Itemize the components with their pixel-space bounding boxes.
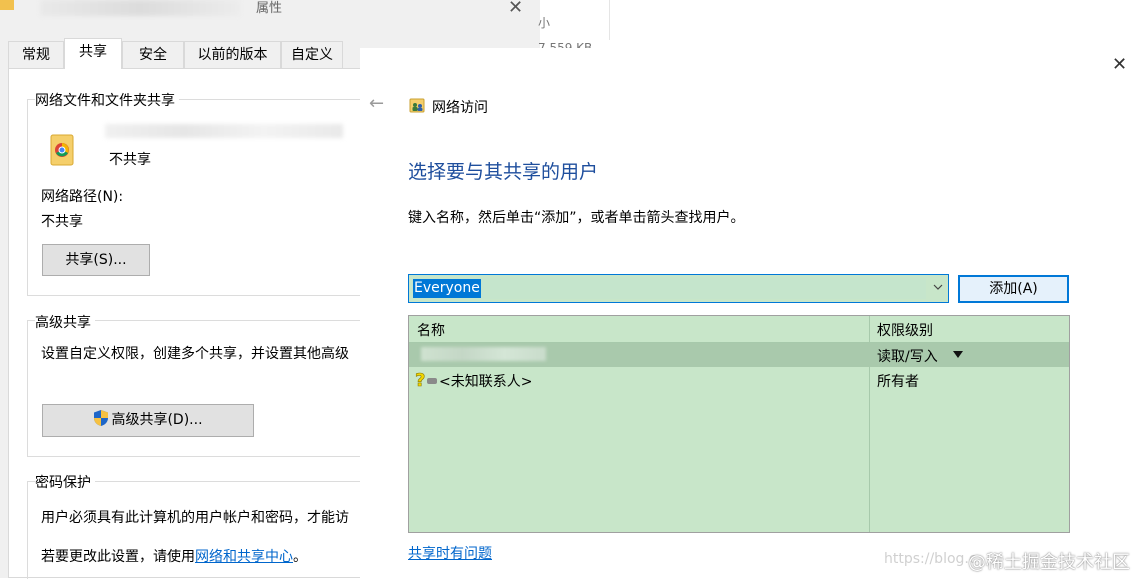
blurred-folder-name [105, 124, 343, 138]
group-border [27, 456, 367, 457]
chevron-down-icon[interactable] [933, 280, 943, 294]
user-name-combobox[interactable]: Everyone [408, 274, 949, 303]
permission-level-dropdown[interactable]: 读取/写入 [877, 346, 938, 366]
watermark-url: https://blog.c [884, 551, 977, 567]
uac-shield-icon [94, 410, 109, 426]
unknown-contact-icon: ? [415, 370, 437, 389]
caret-down-icon[interactable] [953, 351, 963, 359]
tab-previous-versions[interactable]: 以前的版本 [184, 41, 281, 68]
combo-highlight [412, 278, 926, 299]
group-border [27, 99, 28, 295]
owner-permission: 所有者 [877, 374, 919, 390]
password-protection-group-title: 密码保护 [35, 472, 95, 492]
network-path-label: 网络路径(N): [41, 189, 124, 205]
network-sharing-group-title: 网络文件和文件夹共享 [35, 90, 179, 110]
svg-text:?: ? [415, 370, 425, 389]
password-protection-description: 用户必须具有此计算机的用户帐户和密码，才能访 [41, 510, 349, 526]
watermark-text: @稀土掘金技术社区 [968, 552, 1130, 573]
user-permission-list[interactable]: 名称 权限级别 读取/写入 ? <未知联系人> 所有者 [408, 315, 1070, 533]
tab-customize[interactable]: 自定义 [281, 41, 343, 68]
tab-general[interactable]: 常规 [8, 41, 64, 68]
group-border [27, 295, 367, 296]
group-border [27, 320, 28, 456]
window-title-blurred [40, 0, 240, 16]
user-name-input-value[interactable]: Everyone [413, 279, 481, 298]
advanced-sharing-description: 设置自定义权限，创建多个共享，并设置其他高级 [41, 346, 349, 362]
network-access-icon [409, 98, 425, 113]
window-title-suffix: 属性 [256, 1, 283, 16]
folder-icon [0, 0, 14, 10]
advanced-sharing-button-label: 高级共享(D)... [111, 412, 203, 428]
column-header-permission[interactable]: 权限级别 [877, 320, 933, 340]
add-button[interactable]: 添加(A) [958, 275, 1069, 303]
network-path-value: 不共享 [41, 214, 83, 230]
folder-share-status: 不共享 [109, 152, 151, 168]
advanced-sharing-group-title: 高级共享 [35, 312, 95, 332]
network-sharing-center-link[interactable]: 网络和共享中心 [195, 549, 293, 565]
blurred-user-name [421, 347, 546, 361]
sharing-help-link[interactable]: 共享时有问题 [408, 543, 492, 563]
change-setting-suffix: 。 [293, 549, 307, 565]
tab-sharing[interactable]: 共享 [64, 38, 122, 69]
background-column-divider [609, 0, 610, 40]
tab-security[interactable]: 安全 [122, 41, 184, 68]
background-size-header: 小 [538, 16, 551, 30]
sharing-tab-panel: 网络文件和文件夹共享 不共享 网络路径(N): 不共享 共享(S)... 高级共… [8, 68, 368, 579]
table-row[interactable]: 读取/写入 [409, 343, 1069, 367]
group-border [27, 481, 28, 579]
back-arrow-icon[interactable]: ← [369, 93, 384, 114]
shared-folder-icon [50, 134, 74, 166]
instruction-text: 键入名称，然后单击“添加”，或者单击箭头查找用户。 [408, 210, 745, 226]
main-heading: 选择要与其共享的用户 [408, 161, 599, 183]
change-setting-prefix: 若要更改此设置，请使用 [41, 549, 195, 565]
change-setting-text: 若要更改此设置，请使用网络和共享中心。 [41, 546, 307, 566]
share-button[interactable]: 共享(S)... [42, 244, 150, 276]
properties-close-icon[interactable]: ✕ [508, 0, 523, 18]
dialog-close-icon[interactable]: ✕ [1112, 54, 1127, 76]
network-access-title: 网络访问 [432, 100, 488, 116]
advanced-sharing-button[interactable]: 高级共享(D)... [42, 404, 254, 437]
column-header-name[interactable]: 名称 [417, 320, 445, 340]
unknown-contact-name: <未知联系人> [439, 374, 533, 390]
